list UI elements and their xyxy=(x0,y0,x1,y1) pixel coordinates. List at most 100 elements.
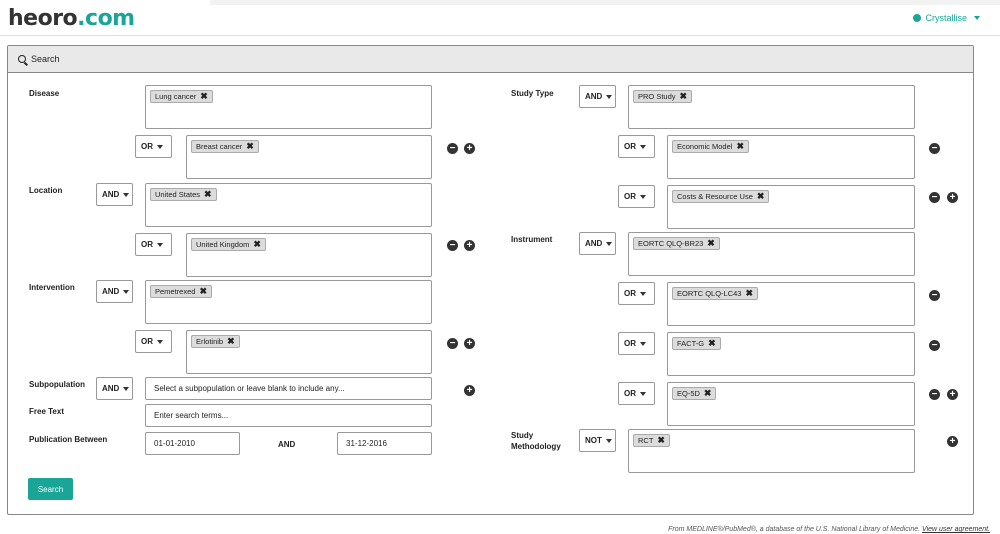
remove-row-icon[interactable]: − xyxy=(447,338,458,349)
top-strip xyxy=(210,0,1000,5)
remove-row-icon[interactable]: − xyxy=(929,143,940,154)
close-icon[interactable]: ✖ xyxy=(745,289,753,298)
instrument-field-4[interactable]: EQ-5D ✖ xyxy=(667,382,915,426)
tag-label: EORTC QLQ-BR23 xyxy=(638,239,704,248)
close-icon[interactable]: ✖ xyxy=(204,190,212,199)
operator-select[interactable]: AND xyxy=(96,183,133,206)
instrument-field-3[interactable]: FACT-G ✖ xyxy=(667,332,915,376)
footer-text: From MEDLINE®/PubMed®, a database of the… xyxy=(668,526,921,533)
instrument-field-2[interactable]: EORTC QLQ-LC43 ✖ xyxy=(667,282,915,326)
operator-select[interactable]: OR xyxy=(618,185,655,208)
close-icon[interactable]: ✖ xyxy=(736,142,744,151)
operator-select[interactable]: NOT xyxy=(579,429,616,452)
tag-label: Pemetrexed xyxy=(155,287,196,296)
tag-label: Costs & Resource Use xyxy=(677,192,753,201)
remove-row-icon[interactable]: − xyxy=(929,290,940,301)
intervention-field-2[interactable]: Erlotinib ✖ xyxy=(186,330,432,374)
operator-select[interactable]: OR xyxy=(135,135,172,158)
subpopulation-input[interactable]: Select a subpopulation or leave blank to… xyxy=(145,377,432,400)
remove-row-icon[interactable]: − xyxy=(929,192,940,203)
remove-row-icon[interactable]: − xyxy=(929,340,940,351)
operator-select[interactable]: AND xyxy=(579,232,616,255)
chevron-down-icon xyxy=(157,144,163,149)
close-icon[interactable]: ✖ xyxy=(227,337,235,346)
operator-select[interactable]: AND xyxy=(579,85,616,108)
add-row-icon[interactable]: + xyxy=(947,436,958,447)
operator-select[interactable]: OR xyxy=(618,282,655,305)
free-text-input[interactable]: Enter search terms... xyxy=(145,404,432,427)
operator-value: OR xyxy=(624,142,636,151)
instrument-field[interactable]: EORTC QLQ-BR23 ✖ xyxy=(628,232,915,276)
location-field-2[interactable]: United Kingdom ✖ xyxy=(186,233,432,277)
chevron-down-icon xyxy=(123,386,130,391)
intervention-field[interactable]: Pemetrexed ✖ xyxy=(145,280,432,324)
study-type-field-2[interactable]: Economic Model ✖ xyxy=(667,135,915,179)
tag-chip: United Kingdom ✖ xyxy=(191,238,266,251)
tag-label: United States xyxy=(155,190,201,199)
operator-select[interactable]: OR xyxy=(618,332,655,355)
chevron-down-icon xyxy=(123,289,130,294)
add-row-icon[interactable]: + xyxy=(464,143,475,154)
date-from-input[interactable]: 01-01-2010 xyxy=(145,432,240,455)
tag-label: Breast cancer xyxy=(196,142,243,151)
add-row-icon[interactable]: + xyxy=(464,385,475,396)
close-icon[interactable]: ✖ xyxy=(253,240,261,249)
date-to-input[interactable]: 31-12-2016 xyxy=(337,432,432,455)
remove-row-icon[interactable]: − xyxy=(447,143,458,154)
chevron-down-icon xyxy=(640,194,646,199)
add-row-icon[interactable]: + xyxy=(947,389,958,400)
disease-field-2[interactable]: Breast cancer ✖ xyxy=(186,135,432,179)
subpopulation-label: Subpopulation xyxy=(29,380,85,389)
close-icon[interactable]: ✖ xyxy=(199,287,207,296)
close-icon[interactable]: ✖ xyxy=(246,142,254,151)
location-field[interactable]: United States ✖ xyxy=(145,183,432,227)
close-icon[interactable]: ✖ xyxy=(704,389,712,398)
operator-select[interactable]: OR xyxy=(618,135,655,158)
study-type-field-3[interactable]: Costs & Resource Use ✖ xyxy=(667,185,915,229)
operator-select[interactable]: OR xyxy=(135,330,172,353)
operator-select[interactable]: AND xyxy=(96,377,133,400)
operator-value: NOT xyxy=(585,436,602,445)
chevron-down-icon xyxy=(640,391,646,396)
tag-chip: FACT-G ✖ xyxy=(672,337,721,350)
logo[interactable]: heoro.com xyxy=(8,6,135,31)
operator-value: OR xyxy=(624,289,636,298)
date-and-label: AND xyxy=(278,440,296,449)
close-icon[interactable]: ✖ xyxy=(757,192,765,201)
close-icon[interactable]: ✖ xyxy=(680,92,688,101)
study-type-field[interactable]: PRO Study ✖ xyxy=(628,85,915,129)
operator-value: AND xyxy=(102,287,120,296)
user-menu[interactable]: Crystallise xyxy=(913,13,980,23)
subpopulation-placeholder: Select a subpopulation or leave blank to… xyxy=(154,384,345,393)
tag-chip: Lung cancer ✖ xyxy=(150,90,213,103)
operator-value: OR xyxy=(624,192,636,201)
methodology-label: Study Methodology xyxy=(511,431,561,453)
tag-label: EORTC QLQ-LC43 xyxy=(677,289,742,298)
tag-chip: RCT ✖ xyxy=(633,434,670,447)
disease-field[interactable]: Lung cancer ✖ xyxy=(145,85,432,129)
close-icon[interactable]: ✖ xyxy=(657,436,665,445)
add-row-icon[interactable]: + xyxy=(947,192,958,203)
search-button[interactable]: Search xyxy=(28,478,73,500)
user-agreement-link[interactable]: View user agreement. xyxy=(922,526,990,533)
operator-value: AND xyxy=(585,239,603,248)
operator-select[interactable]: OR xyxy=(618,382,655,405)
methodology-field[interactable]: RCT ✖ xyxy=(628,429,915,473)
close-icon[interactable]: ✖ xyxy=(200,92,208,101)
add-row-icon[interactable]: + xyxy=(464,240,475,251)
operator-value: OR xyxy=(141,142,153,151)
remove-row-icon[interactable]: − xyxy=(929,389,940,400)
tag-label: Economic Model xyxy=(677,142,733,151)
tag-chip: Breast cancer ✖ xyxy=(191,140,259,153)
tag-chip: PRO Study ✖ xyxy=(633,90,693,103)
tag-chip: EORTC QLQ-LC43 ✖ xyxy=(672,287,759,300)
close-icon[interactable]: ✖ xyxy=(708,339,716,348)
operator-select[interactable]: OR xyxy=(135,233,172,256)
close-icon[interactable]: ✖ xyxy=(707,239,715,248)
add-row-icon[interactable]: + xyxy=(464,338,475,349)
footer-note: From MEDLINE®/PubMed®, a database of the… xyxy=(668,526,990,533)
remove-row-icon[interactable]: − xyxy=(447,240,458,251)
operator-select[interactable]: AND xyxy=(96,280,133,303)
logo-domain: .com xyxy=(77,6,135,31)
intervention-label: Intervention xyxy=(29,283,75,292)
